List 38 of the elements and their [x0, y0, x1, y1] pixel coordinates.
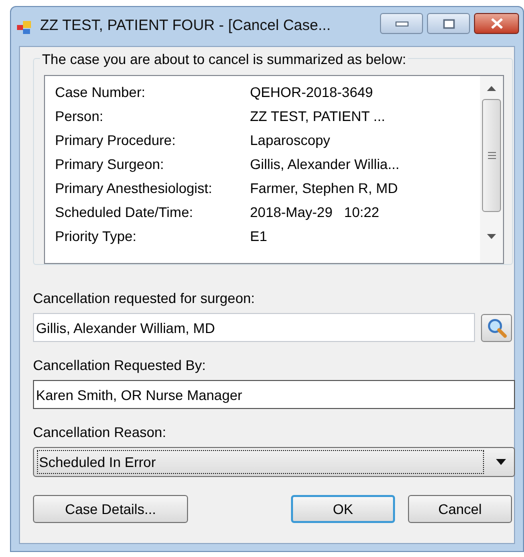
scroll-down-icon[interactable]	[487, 234, 496, 239]
summary-label: Person:	[55, 106, 104, 126]
summary-label: Scheduled Date/Time:	[55, 202, 194, 222]
summary-value: QEHOR-2018-3649	[250, 82, 373, 102]
window-title: ZZ TEST, PATIENT FOUR - [Cancel Case...	[40, 16, 331, 36]
summary-value: 2018-May-29 10:22	[250, 202, 380, 222]
scroll-thumb[interactable]	[482, 99, 501, 212]
summary-value: ZZ TEST, PATIENT ...	[250, 106, 386, 126]
close-icon	[490, 18, 504, 29]
summary-label: Case Number:	[55, 82, 146, 102]
surgeon-field[interactable]: Gillis, Alexander William, MD	[33, 313, 476, 342]
requested-by-field[interactable]: Karen Smith, OR Nurse Manager	[33, 380, 515, 409]
summary-value: Gillis, Alexander Willia...	[250, 154, 400, 174]
summary-label: Primary Procedure:	[55, 130, 177, 150]
summary-label: Primary Surgeon:	[55, 154, 165, 174]
summary-label: Priority Type:	[55, 226, 138, 246]
dialog-button[interactable]: Cancel	[408, 495, 512, 523]
dialog-button[interactable]: Case Details...	[33, 495, 188, 523]
search-icon	[486, 318, 507, 338]
summary-label: Primary Anesthesiologist:	[55, 178, 214, 198]
summary-value: Farmer, Stephen R, MD	[250, 178, 398, 198]
close-button[interactable]	[474, 13, 519, 34]
search-button[interactable]	[481, 314, 512, 342]
dropdown-arrow-icon	[496, 459, 506, 465]
restore-icon	[442, 18, 454, 28]
dialog-button[interactable]: OK	[291, 495, 395, 523]
reason-dropdown[interactable]: Scheduled In Error	[33, 447, 515, 477]
maximize-button[interactable]	[427, 13, 470, 34]
field-label: Cancellation Reason:	[33, 423, 168, 442]
minimize-button[interactable]	[380, 13, 423, 34]
field-label: Cancellation Requested By:	[33, 356, 207, 375]
grip-icon	[488, 152, 496, 159]
summary-value: E1	[250, 226, 268, 246]
app-icon	[17, 18, 33, 34]
summary-value: Laparoscopy	[250, 130, 330, 150]
minimize-icon	[394, 20, 408, 26]
scroll-up-icon[interactable]	[487, 86, 496, 91]
field-label: Cancellation requested for surgeon:	[33, 289, 256, 308]
